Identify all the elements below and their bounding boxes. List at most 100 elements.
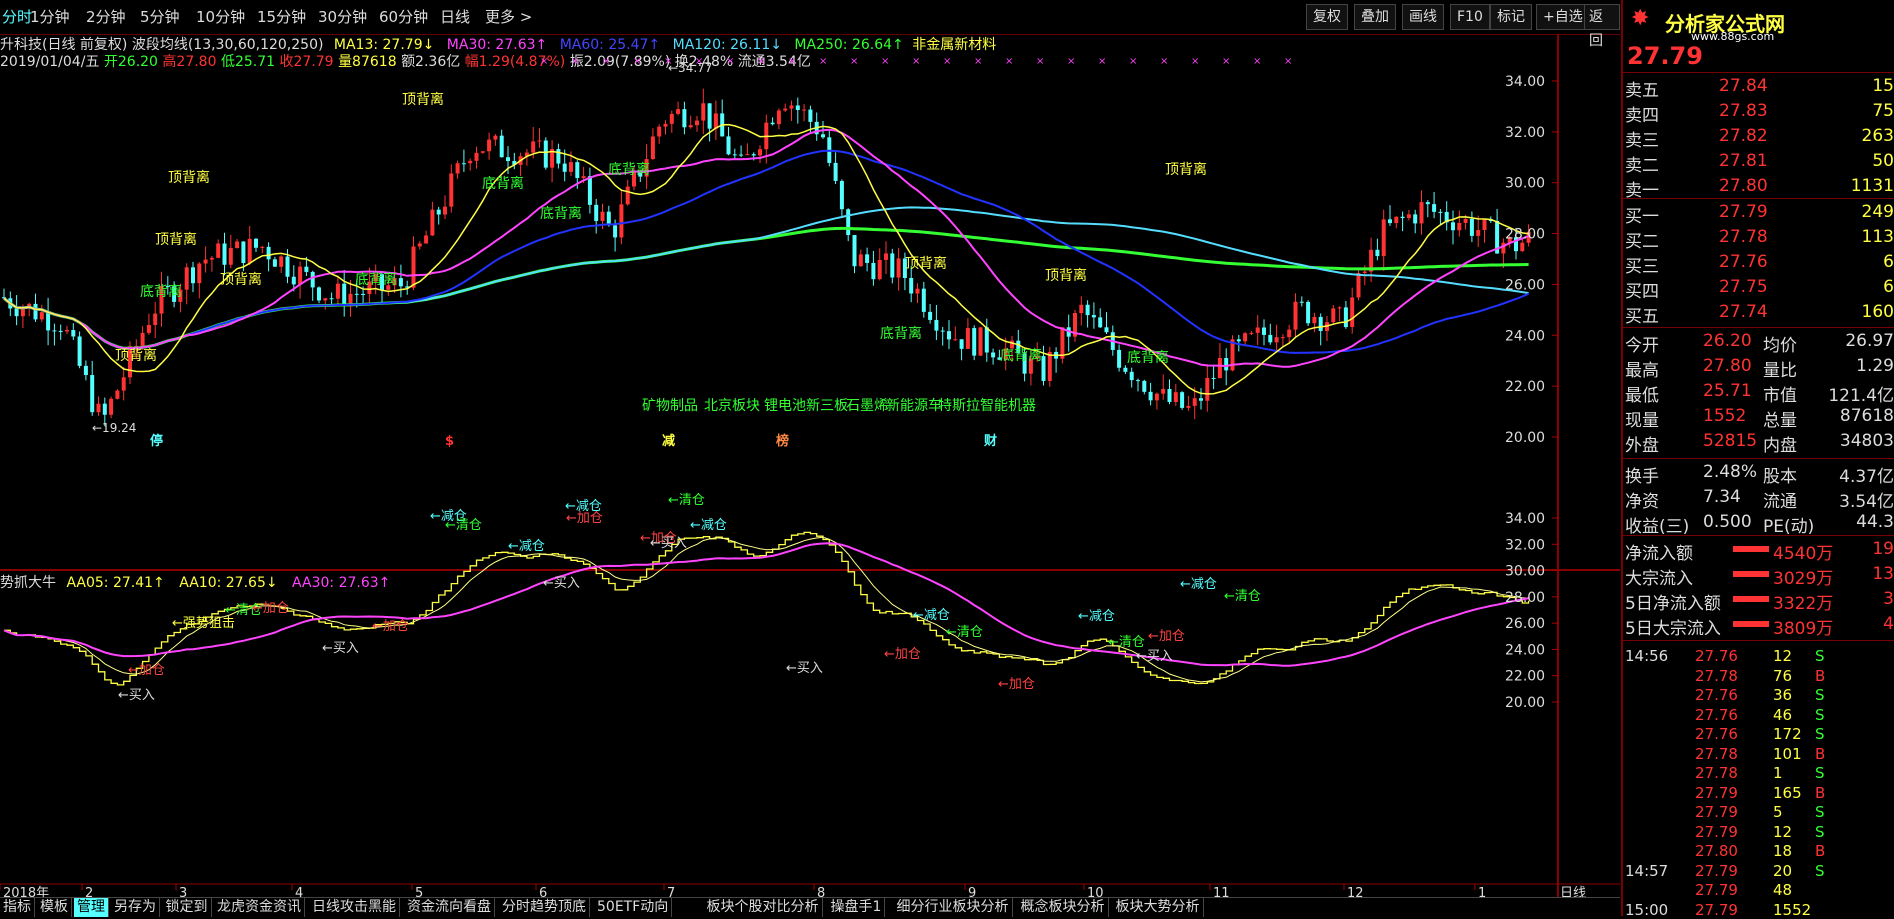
event-marker[interactable]: 榜	[776, 433, 789, 449]
flow-row: 大宗流入 3029万 13	[1623, 562, 1894, 589]
signal-x-mark: ×	[1129, 56, 1137, 67]
overlay-button[interactable]: 叠加	[1354, 4, 1396, 30]
period-tab-15min[interactable]: 15分钟	[257, 6, 306, 27]
period-tab-2min[interactable]: 2分钟	[86, 6, 126, 27]
tick-side: S	[1815, 686, 1825, 704]
candle-body	[1400, 216, 1405, 219]
tick-volume: 5	[1773, 803, 1783, 821]
stat-row: 最高 27.80 量比 1.29	[1623, 354, 1894, 381]
stat-row: 今开 26.20 均价 26.97	[1623, 329, 1894, 356]
candle-body	[821, 134, 825, 138]
tick-side: B	[1815, 666, 1826, 685]
tab-8[interactable]: 分时趋势顶底	[499, 898, 590, 917]
mark-button[interactable]: 标记	[1490, 4, 1532, 30]
candle-body	[1079, 304, 1084, 314]
tab-2[interactable]: 管理	[74, 898, 109, 917]
signal-x-mark: ×	[943, 56, 951, 67]
stat-row: 外盘 52815 内盘 34803	[1623, 429, 1894, 456]
candle-body	[871, 262, 876, 280]
period-tab-5min[interactable]: 5分钟	[140, 6, 180, 27]
candle-body	[1381, 219, 1386, 257]
restore-rights-button[interactable]: 复权	[1306, 4, 1348, 30]
period-tab-30min[interactable]: 30分钟	[318, 6, 367, 27]
tab-14[interactable]: 板块大势分析	[1113, 898, 1204, 917]
candle-body	[90, 375, 95, 413]
bid-label: 买二	[1625, 232, 1659, 252]
add-watchlist-button[interactable]: +自选	[1536, 4, 1590, 30]
tab-4[interactable]: 锁定到	[163, 898, 212, 917]
period-tab-more[interactable]: 更多 >	[485, 6, 532, 27]
candle-body	[776, 110, 781, 125]
kline-chart[interactable]: 34.00 32.00 30.00 28.00 26.00 24.00 22.00 20.00…	[0, 34, 1620, 897]
period-tab-1min[interactable]: 1分钟	[30, 6, 70, 27]
divergence-label: 底背离	[482, 175, 524, 192]
tick-side: S	[1815, 764, 1825, 782]
candle-body	[707, 103, 712, 129]
tab-5[interactable]: 龙虎资金资讯	[214, 898, 305, 917]
trade-signal-label: ←减仓	[1078, 609, 1115, 624]
tab-13[interactable]: 概念板块分析	[1018, 898, 1109, 917]
candle-body	[1085, 304, 1090, 316]
candle-body	[1205, 377, 1210, 401]
bid-price: 27.74	[1719, 302, 1768, 322]
tick-volume: 12	[1773, 647, 1793, 665]
candle-body	[1482, 219, 1487, 231]
back-button[interactable]: 返回	[1584, 4, 1620, 49]
candle-body	[713, 113, 718, 129]
period-tab-60min[interactable]: 60分钟	[379, 6, 428, 27]
candle-body	[1255, 327, 1260, 333]
signal-x-mark: ×	[1005, 56, 1013, 67]
tab-12[interactable]: 细分行业板块分析	[894, 898, 1013, 917]
tab-0[interactable]: 指标	[0, 898, 35, 917]
trade-signal-label: ←减仓	[690, 518, 727, 533]
indicator-name: 势抓大牛	[0, 575, 56, 591]
tab-7[interactable]: 资金流向看盘	[404, 898, 495, 917]
period-toolbar: 分时 1分钟 2分钟 5分钟 10分钟 15分钟 30分钟 60分钟 日线 更多…	[0, 0, 1620, 49]
event-marker[interactable]: 停	[150, 433, 163, 449]
candle-body	[1098, 317, 1103, 328]
signal-x-mark: ×	[850, 56, 858, 67]
candle-body	[1299, 301, 1304, 303]
tab-3[interactable]: 另存为	[111, 898, 160, 917]
bid-row: 买一 27.79 249	[1623, 200, 1894, 227]
event-marker[interactable]: 减	[662, 433, 675, 449]
flow-percent: 3	[1883, 589, 1894, 609]
ma250-line	[3, 226, 1529, 350]
draw-line-button[interactable]: 画线	[1402, 4, 1444, 30]
trade-signal-label: ←买入	[118, 688, 155, 703]
period-tab-10min[interactable]: 10分钟	[196, 6, 245, 27]
tick-row: 27.79 165 B	[1623, 782, 1894, 802]
divergence-label: 顶背离	[1045, 267, 1087, 284]
flow-row: 净流入额 4540万 19	[1623, 537, 1894, 564]
event-marker[interactable]: 财	[984, 433, 997, 449]
event-marker[interactable]: $	[445, 434, 454, 449]
candle-body	[1148, 391, 1153, 401]
trade-signal-label: ←减仓	[1180, 577, 1217, 592]
signal-x-mark: ×	[819, 56, 827, 67]
stat-row: 净资 7.34 流通 3.54亿	[1623, 485, 1894, 512]
candle-body	[1394, 216, 1399, 224]
candle-body	[1438, 211, 1443, 213]
tab-9[interactable]: 50ETF动向	[594, 898, 673, 917]
candle-body	[587, 176, 592, 205]
candle-body	[972, 328, 977, 356]
signal-x-mark: ×	[1284, 56, 1292, 67]
tick-side: S	[1815, 725, 1825, 743]
tab-11[interactable]: 操盘手1	[828, 898, 886, 917]
tab-1[interactable]: 模板	[37, 898, 72, 917]
candle-body	[474, 152, 479, 161]
candle-body	[146, 324, 151, 333]
f10-button[interactable]: F10	[1450, 4, 1490, 30]
candle-body	[594, 204, 599, 221]
period-tab-daily[interactable]: 日线	[440, 6, 470, 27]
ask-price: 27.83	[1719, 101, 1768, 121]
stat-value: 27.80	[1703, 356, 1752, 376]
period-tab-minute[interactable]: 分时	[2, 6, 32, 27]
candle-body	[581, 176, 586, 179]
tab-10[interactable]: 板块个股对比分析	[704, 898, 823, 917]
candle-body	[695, 120, 699, 126]
candle-body	[1173, 392, 1178, 402]
tab-6[interactable]: 日线攻击黑能	[309, 898, 400, 917]
candle-body	[1451, 222, 1455, 231]
trade-signal-label: ←买入	[650, 536, 687, 551]
